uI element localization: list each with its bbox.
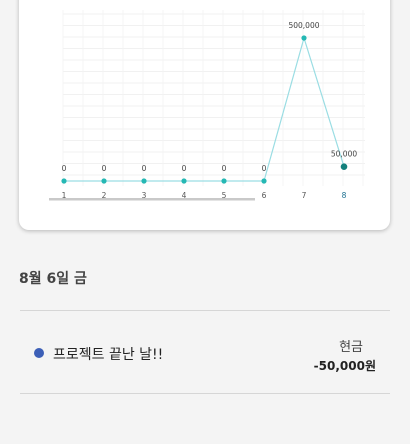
data-point <box>101 178 107 184</box>
data-label: 0 <box>102 164 107 173</box>
x-tick-label: 2 <box>102 191 107 200</box>
data-label: 0 <box>142 164 147 173</box>
day-header: 8월 6일 금 <box>19 271 87 287</box>
data-point <box>61 178 67 184</box>
bottom-divider <box>20 393 390 394</box>
data-point <box>340 163 348 170</box>
x-tick-label: 6 <box>262 191 267 200</box>
data-point <box>301 35 307 41</box>
data-point <box>141 178 147 184</box>
chart-card: 0 1 0 2 0 3 0 4 0 5 0 6 500,000 7 50,000 8 <box>19 0 390 230</box>
line-chart: 0 1 0 2 0 3 0 4 0 5 0 6 500,000 7 50,000 8 <box>49 10 365 201</box>
data-label: 0 <box>62 164 67 173</box>
top-divider <box>20 310 390 311</box>
data-label: 0 <box>262 164 267 173</box>
data-label: 0 <box>182 164 187 173</box>
transaction-item[interactable]: 프로젝트 끝난 날!! 현금 -50,000원 <box>20 330 390 378</box>
category-dot-icon <box>34 348 44 358</box>
data-label: 50,000 <box>331 150 357 159</box>
x-tick-label: 7 <box>302 191 307 200</box>
payment-method: 현금 <box>339 340 363 355</box>
x-tick-label: 8 <box>342 191 347 200</box>
transaction-title: 프로젝트 끝난 날!! <box>53 347 164 363</box>
data-label: 500,000 <box>288 21 319 30</box>
data-point <box>221 178 227 184</box>
chart-grid <box>62 10 365 186</box>
x-tick-label: 1 <box>62 191 67 200</box>
series-line <box>64 35 345 182</box>
chart-marks: 0 1 0 2 0 3 0 4 0 5 0 6 500,000 7 50,000 8 <box>61 21 357 200</box>
x-tick-label: 4 <box>182 191 187 200</box>
x-tick-label: 5 <box>222 191 227 200</box>
data-point <box>261 178 267 184</box>
transaction-amount: -50,000원 <box>313 359 376 373</box>
data-label: 0 <box>222 164 227 173</box>
data-point <box>181 178 187 184</box>
x-tick-label: 3 <box>142 191 147 200</box>
